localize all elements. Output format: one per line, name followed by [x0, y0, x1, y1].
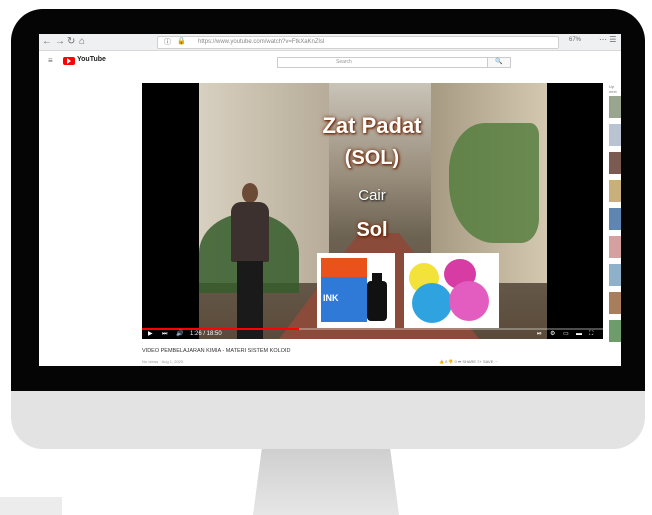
- sidebar-thumbnail[interactable]: [609, 180, 621, 202]
- overlay-title: Zat Padat: [322, 113, 422, 138]
- home-icon[interactable]: ⌂: [79, 36, 85, 47]
- reload-icon[interactable]: ↻: [67, 36, 75, 47]
- cyan-paint-can: [412, 283, 452, 323]
- video-actions[interactable]: 👍 0 👎 0 ➦ SHARE ≡+ SAVE ⋯: [439, 359, 498, 364]
- monitor-chin: [11, 391, 645, 449]
- background-block: [0, 497, 62, 515]
- browser-toolbar: ← → ↻ ⌂ ⓘ 🔒 https://www.youtube.com/watc…: [39, 34, 621, 51]
- sidebar-thumbnail[interactable]: [609, 236, 621, 258]
- overlay-cair: Cair: [358, 187, 386, 204]
- ink-box: [321, 258, 367, 322]
- overlay-subtitle: (SOL): [344, 147, 400, 169]
- sidebar-thumbnail[interactable]: [609, 208, 621, 230]
- next-icon[interactable]: ⏭: [162, 330, 167, 339]
- miniplayer-icon[interactable]: ▭: [563, 330, 569, 339]
- fullscreen-icon[interactable]: ⛶: [589, 330, 593, 339]
- forward-icon[interactable]: →: [55, 36, 65, 47]
- search-placeholder: Search: [336, 59, 352, 65]
- sidebar-thumbnail[interactable]: [609, 320, 621, 342]
- player-controls: ▶ ⏭ 🔊 1:26 / 18:50 ⏯ ⚙ ▭ ▬ ⛶: [142, 330, 603, 339]
- youtube-logo-text[interactable]: YouTube: [77, 56, 106, 63]
- url-text: https://www.youtube.com/watch?v=FtkXaKnZ…: [198, 39, 325, 45]
- presenter: [229, 183, 271, 339]
- overlay-sol: Sol: [356, 219, 388, 241]
- monitor-stand: [253, 449, 399, 515]
- time-display: 1:26 / 18:50: [190, 331, 222, 337]
- address-bar[interactable]: ⓘ 🔒 https://www.youtube.com/watch?v=FtkX…: [157, 36, 559, 49]
- ink-image: INK: [317, 253, 395, 328]
- info-icon[interactable]: ⓘ: [164, 37, 171, 47]
- video-meta: No views · Aug 1, 2020: [142, 359, 184, 364]
- ink-bottle: [367, 281, 387, 321]
- sidebar-thumbnail[interactable]: [609, 152, 621, 174]
- autoplay-icon[interactable]: ⏯: [537, 330, 542, 339]
- ink-label: INK: [323, 293, 339, 303]
- video-player[interactable]: Zat Padat (SOL) Cair Sol INK ▶ ⏭ 🔊 1:26 …: [142, 83, 603, 339]
- pink-paint-can: [449, 281, 489, 321]
- sidebar-thumbnail[interactable]: [609, 124, 621, 146]
- paint-cans-image: [404, 253, 499, 328]
- up-next-label: Up next: [609, 84, 617, 94]
- zoom-level[interactable]: 67%: [569, 37, 581, 43]
- settings-icon[interactable]: ⚙: [550, 330, 555, 339]
- sidebar-thumbnail[interactable]: [609, 264, 621, 286]
- sidebar-thumbnail[interactable]: [609, 292, 621, 314]
- browser-menu-icon[interactable]: ⋯ ☰: [599, 35, 616, 44]
- monitor-screen: ← → ↻ ⌂ ⓘ 🔒 https://www.youtube.com/watc…: [39, 34, 621, 366]
- sidebar-thumbnail[interactable]: [609, 96, 621, 118]
- search-icon: 🔍: [495, 59, 503, 65]
- theater-icon[interactable]: ▬: [576, 330, 582, 339]
- search-button[interactable]: 🔍: [487, 57, 511, 68]
- back-icon[interactable]: ←: [42, 36, 52, 47]
- play-icon[interactable]: ▶: [148, 330, 153, 339]
- lock-icon: 🔒: [177, 38, 186, 45]
- hamburger-menu-icon[interactable]: ≡: [48, 56, 53, 65]
- volume-icon[interactable]: 🔊: [176, 330, 183, 339]
- search-input[interactable]: Search: [277, 57, 489, 68]
- youtube-header: ≡ YouTube Search 🔍: [39, 51, 621, 71]
- play-triangle-icon: [67, 58, 71, 64]
- video-title: VIDEO PEMBELAJARAN KIMIA - MATERI SISTEM…: [142, 348, 291, 354]
